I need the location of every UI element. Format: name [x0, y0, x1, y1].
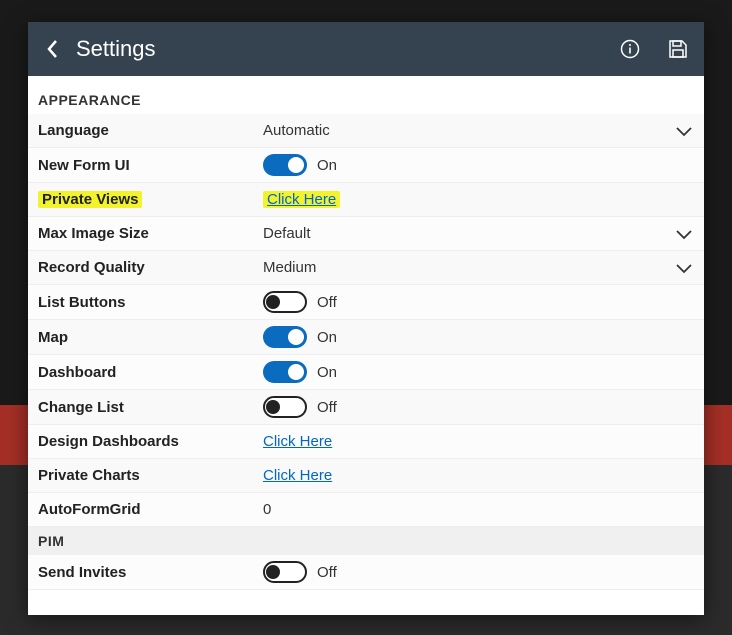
- info-icon: [620, 39, 640, 59]
- label-list-buttons: List Buttons: [38, 294, 263, 311]
- section-appearance: APPEARANCE: [28, 76, 704, 114]
- chevron-down-icon: [674, 227, 694, 241]
- row-record-quality[interactable]: Record Quality Medium: [28, 251, 704, 285]
- info-button[interactable]: [620, 39, 640, 59]
- value-record-quality: Medium: [263, 259, 674, 276]
- row-change-list: Change List Off: [28, 390, 704, 425]
- link-design-dashboards[interactable]: Click Here: [263, 433, 332, 450]
- row-map: Map On: [28, 320, 704, 355]
- row-autoformgrid: AutoFormGrid 0: [28, 493, 704, 527]
- label-dashboard: Dashboard: [38, 364, 263, 381]
- row-new-form-ui: New Form UI On: [28, 148, 704, 183]
- toggle-new-form-ui[interactable]: [263, 154, 307, 176]
- label-language: Language: [38, 122, 263, 139]
- value-language: Automatic: [263, 122, 674, 139]
- row-list-buttons: List Buttons Off: [28, 285, 704, 320]
- row-dashboard: Dashboard On: [28, 355, 704, 390]
- label-private-charts: Private Charts: [38, 467, 263, 484]
- chevron-down-icon: [674, 124, 694, 138]
- value-change-list: Off: [317, 399, 337, 416]
- label-change-list: Change List: [38, 399, 263, 416]
- settings-header: Settings: [28, 22, 704, 76]
- settings-content: APPEARANCE Language Automatic New Form U…: [28, 76, 704, 615]
- row-private-views: Private Views Click Here: [28, 183, 704, 217]
- link-private-views[interactable]: Click Here: [267, 191, 336, 208]
- label-map: Map: [38, 329, 263, 346]
- label-autoformgrid: AutoFormGrid: [38, 501, 263, 518]
- label-send-invites: Send Invites: [38, 564, 263, 581]
- row-language[interactable]: Language Automatic: [28, 114, 704, 148]
- section-pim: PIM: [28, 527, 704, 555]
- label-record-quality: Record Quality: [38, 259, 263, 276]
- toggle-list-buttons[interactable]: [263, 291, 307, 313]
- row-design-dashboards: Design Dashboards Click Here: [28, 425, 704, 459]
- row-private-charts: Private Charts Click Here: [28, 459, 704, 493]
- value-send-invites: Off: [317, 564, 337, 581]
- toggle-send-invites[interactable]: [263, 561, 307, 583]
- row-send-invites: Send Invites Off: [28, 555, 704, 590]
- link-private-charts[interactable]: Click Here: [263, 467, 332, 484]
- back-button[interactable]: [44, 38, 62, 60]
- label-max-image-size: Max Image Size: [38, 225, 263, 242]
- chevron-down-icon: [674, 261, 694, 275]
- toggle-map[interactable]: [263, 326, 307, 348]
- value-new-form-ui: On: [317, 157, 337, 174]
- value-autoformgrid: 0: [263, 501, 694, 518]
- label-design-dashboards: Design Dashboards: [38, 433, 263, 450]
- chevron-left-icon: [44, 38, 62, 60]
- value-map: On: [317, 329, 337, 346]
- row-max-image-size[interactable]: Max Image Size Default: [28, 217, 704, 251]
- value-dashboard: On: [317, 364, 337, 381]
- settings-modal: Settings APPEARANCE Language Automatic N…: [28, 22, 704, 615]
- label-new-form-ui: New Form UI: [38, 157, 263, 174]
- save-button[interactable]: [668, 39, 688, 59]
- page-title: Settings: [76, 36, 592, 62]
- toggle-change-list[interactable]: [263, 396, 307, 418]
- label-private-views: Private Views: [38, 191, 142, 208]
- save-icon: [668, 39, 688, 59]
- toggle-dashboard[interactable]: [263, 361, 307, 383]
- value-list-buttons: Off: [317, 294, 337, 311]
- value-max-image-size: Default: [263, 225, 674, 242]
